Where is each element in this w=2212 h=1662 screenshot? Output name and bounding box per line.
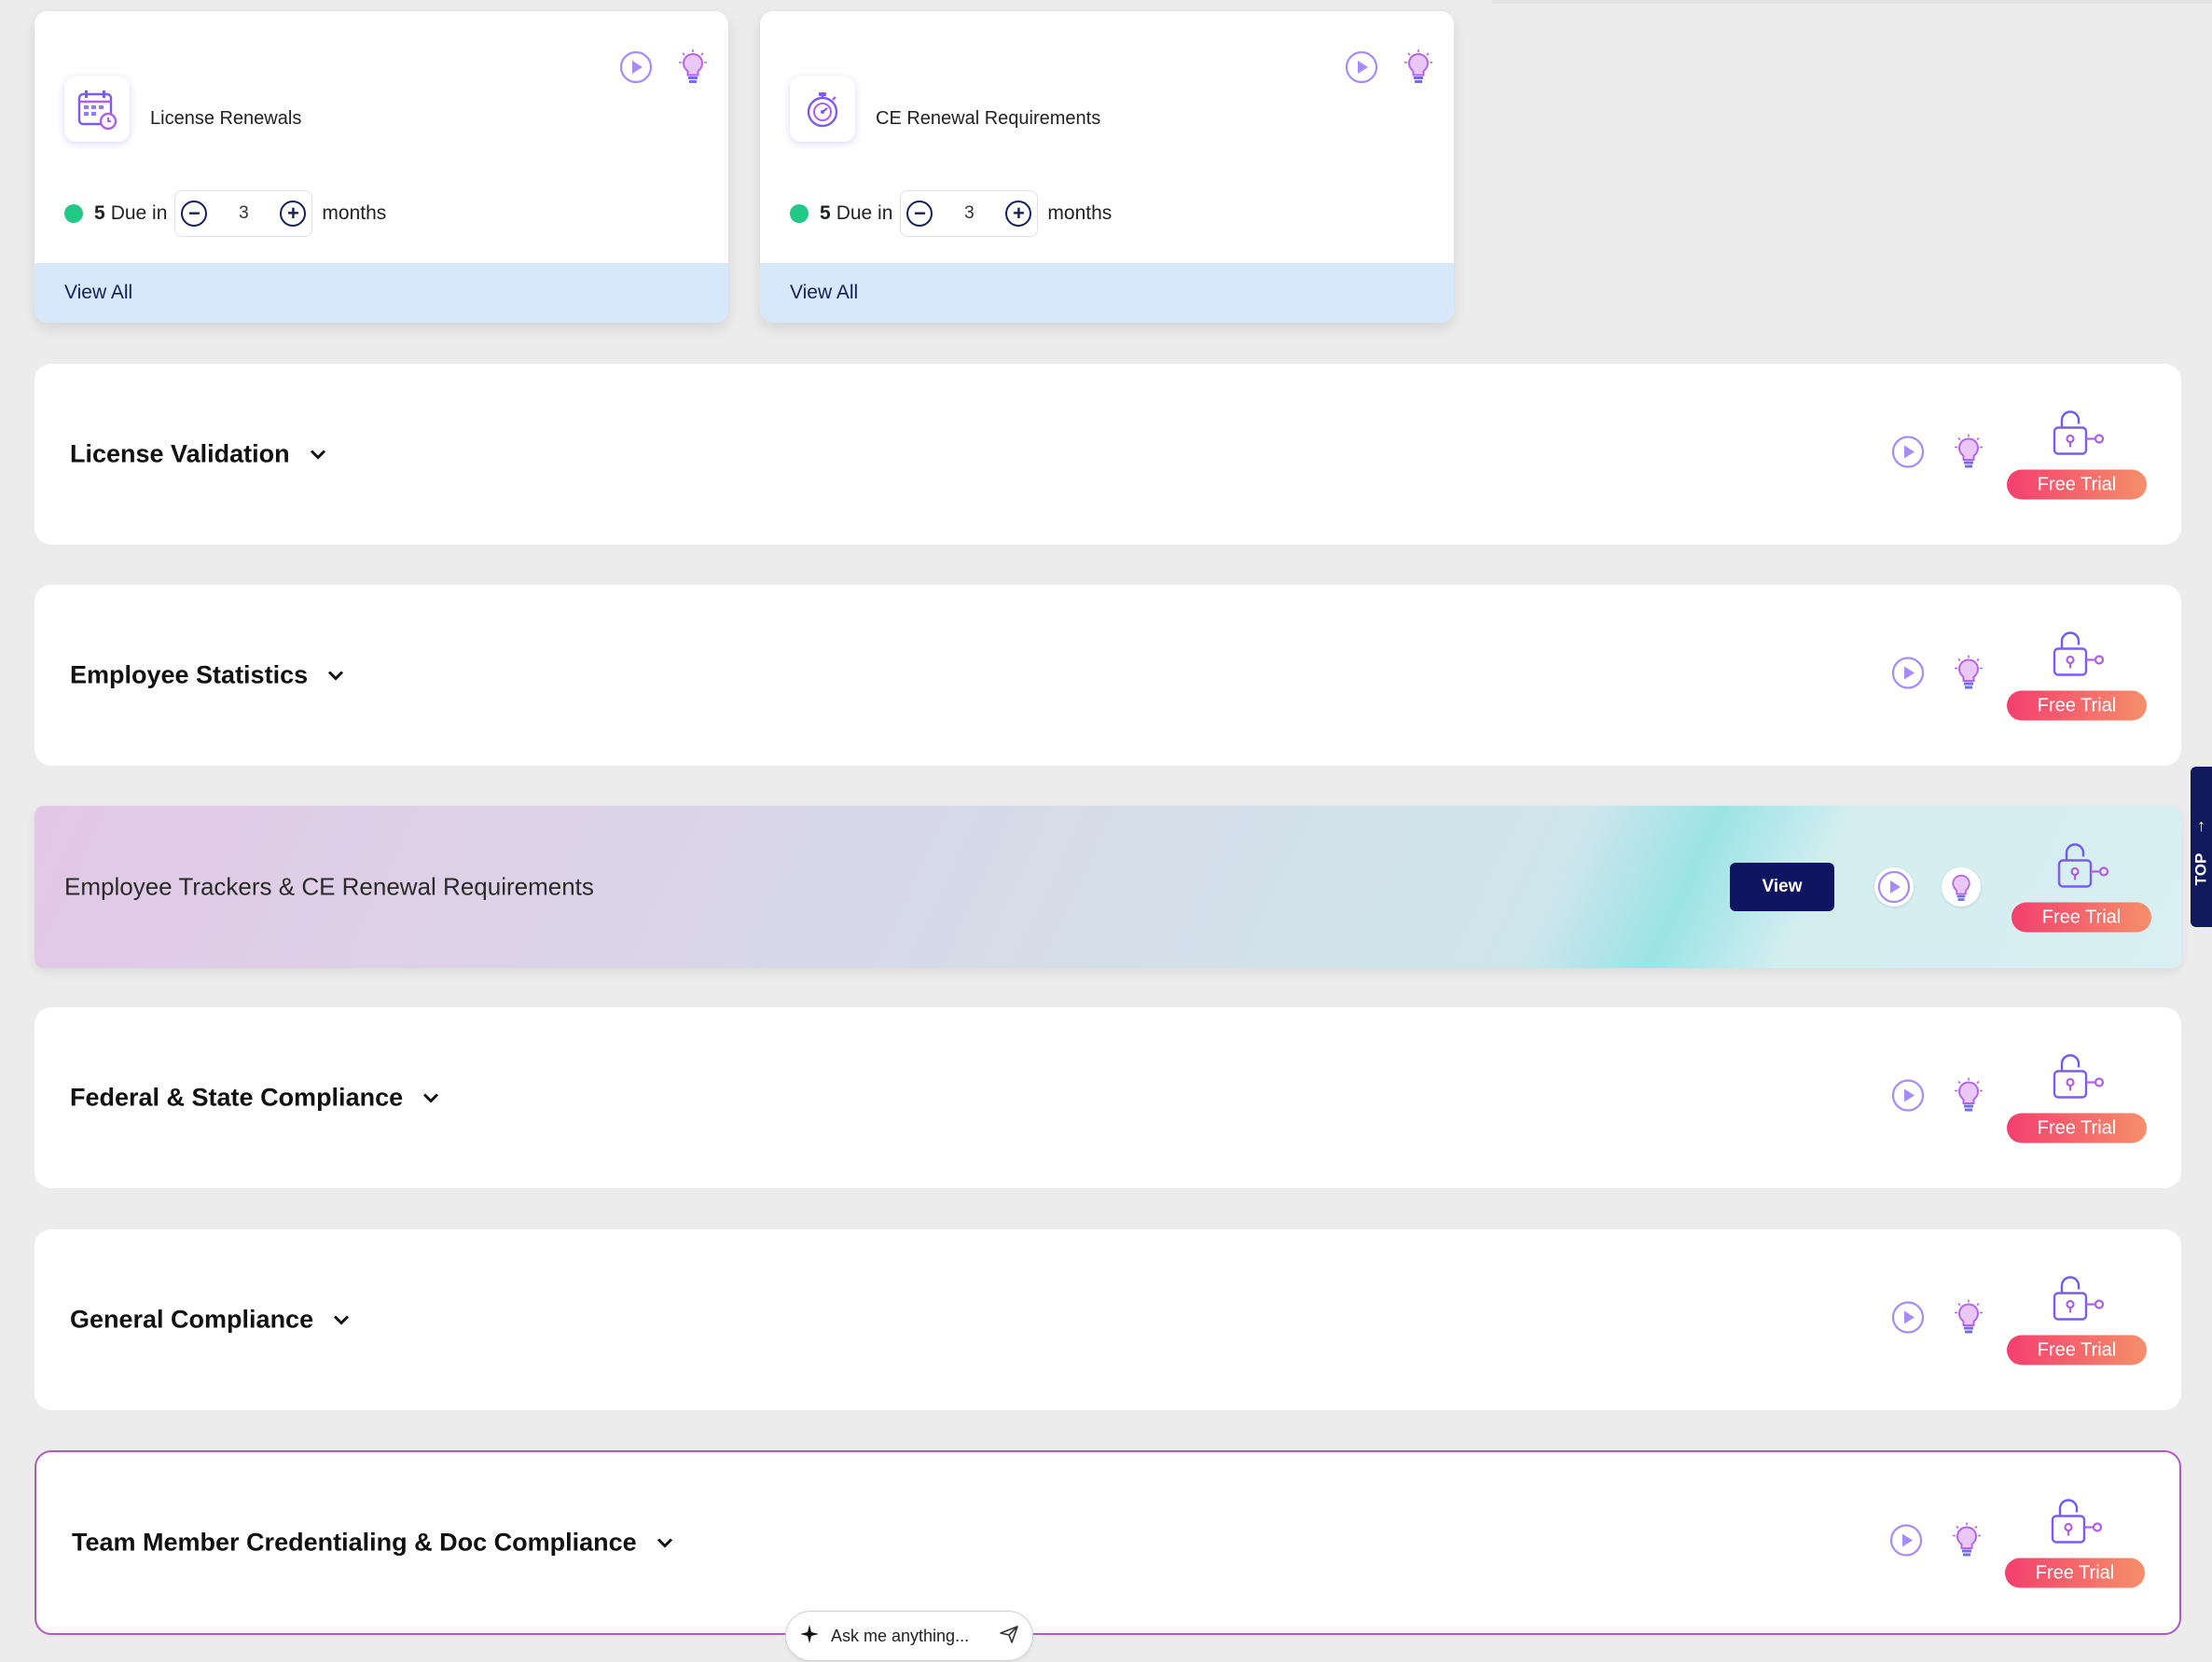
free-trial-button[interactable]: Free Trial <box>2005 1558 2145 1588</box>
unit-label: months <box>322 202 387 224</box>
arrow-up-icon: ↑ <box>2197 815 2205 835</box>
due-label: Due in <box>836 202 893 224</box>
chevron-down-icon[interactable] <box>656 1536 674 1549</box>
play-icon[interactable] <box>1874 867 1914 907</box>
status-dot <box>790 204 809 223</box>
lock-key-icon <box>2047 1498 2103 1551</box>
due-count: 5 <box>820 202 831 224</box>
top-edge <box>1492 0 2212 4</box>
section-title[interactable]: General Compliance <box>70 1306 351 1335</box>
lightbulb-icon[interactable] <box>1954 655 1984 697</box>
due-count: 5 <box>94 202 105 224</box>
section-title[interactable]: Team Member Credentialing & Doc Complian… <box>72 1529 674 1558</box>
chevron-down-icon[interactable] <box>422 1091 440 1104</box>
ce-renewal-card: CE Renewal Requirements 5 Due in − 3 + m… <box>760 11 1454 323</box>
lock-key-icon <box>2049 630 2105 684</box>
play-icon[interactable] <box>1890 1300 1926 1340</box>
card-title: CE Renewal Requirements <box>876 108 1101 129</box>
section-federal-state-compliance[interactable]: Federal & State Compliance Free Trial <box>35 1007 2181 1188</box>
section-employee-statistics[interactable]: Employee Statistics Free Trial <box>35 585 2181 766</box>
section-title[interactable]: Employee Statistics <box>70 661 345 690</box>
locked-feature: Free Trial <box>2007 630 2147 721</box>
section-title-text: General Compliance <box>70 1305 314 1334</box>
play-icon[interactable] <box>1890 1078 1926 1118</box>
locked-feature: Free Trial <box>2007 1275 2147 1365</box>
row-icons <box>1890 655 1984 697</box>
free-trial-button[interactable]: Free Trial <box>2007 1113 2147 1143</box>
top-label: TOP <box>2191 852 2210 885</box>
card-title: License Renewals <box>150 108 302 129</box>
section-title-text: Team Member Credentialing & Doc Complian… <box>72 1528 637 1557</box>
section-general-compliance[interactable]: General Compliance Free Trial <box>35 1229 2181 1410</box>
lock-key-icon <box>2049 1275 2105 1328</box>
row-icons <box>1890 1299 1984 1341</box>
section-title[interactable]: License Validation <box>70 440 327 469</box>
row-icons <box>1890 434 1984 476</box>
status-dot <box>64 204 83 223</box>
lock-key-icon <box>2049 1053 2105 1106</box>
license-renewals-card: License Renewals 5 Due in − 3 + months V… <box>35 11 728 323</box>
play-icon[interactable] <box>1890 656 1926 696</box>
free-trial-button[interactable]: Free Trial <box>2007 469 2147 500</box>
lightbulb-icon[interactable] <box>1942 867 1981 907</box>
stepper-value[interactable]: 3 <box>964 203 975 224</box>
decrement-button[interactable]: − <box>181 201 208 227</box>
lock-key-icon <box>2049 409 2105 463</box>
section-title: Employee Trackers & CE Renewal Requireme… <box>64 872 594 901</box>
lightbulb-icon[interactable] <box>1403 48 1433 90</box>
chevron-down-icon[interactable] <box>326 669 345 682</box>
increment-button[interactable]: + <box>1005 201 1032 227</box>
locked-feature: Free Trial <box>2007 1053 2147 1143</box>
stopwatch-icon <box>790 76 855 142</box>
chevron-down-icon[interactable] <box>309 448 327 461</box>
ask-input[interactable]: Ask me anything... <box>831 1627 988 1646</box>
sparkle-icon <box>799 1624 820 1649</box>
send-icon[interactable] <box>999 1624 1019 1649</box>
play-icon[interactable] <box>1344 49 1379 90</box>
chevron-down-icon[interactable] <box>332 1313 351 1326</box>
increment-button[interactable]: + <box>280 201 307 227</box>
calendar-icon <box>64 76 130 142</box>
free-trial-button[interactable]: Free Trial <box>2007 690 2147 721</box>
section-title[interactable]: Federal & State Compliance <box>70 1084 440 1113</box>
lightbulb-icon[interactable] <box>678 48 708 90</box>
row-icons <box>1874 867 1981 907</box>
play-icon[interactable] <box>1890 435 1926 475</box>
due-row: 5 Due in − 3 + months <box>64 190 386 237</box>
free-trial-button[interactable]: Free Trial <box>2007 1335 2147 1365</box>
ask-assistant-bar[interactable]: Ask me anything... <box>785 1611 1033 1661</box>
row-icons <box>1888 1522 1982 1564</box>
unit-label: months <box>1047 202 1113 224</box>
lightbulb-icon[interactable] <box>1954 1077 1984 1119</box>
lock-key-icon <box>2053 842 2109 895</box>
locked-feature: Free Trial <box>2005 1498 2145 1588</box>
due-row: 5 Due in − 3 + months <box>790 190 1112 237</box>
lightbulb-icon[interactable] <box>1954 434 1984 476</box>
free-trial-button[interactable]: Free Trial <box>2012 902 2151 933</box>
view-all-link[interactable]: View All <box>760 263 1454 323</box>
view-all-link[interactable]: View All <box>35 263 728 323</box>
section-employee-trackers: Employee Trackers & CE Renewal Requireme… <box>35 806 2181 968</box>
locked-feature: Free Trial <box>2012 842 2151 933</box>
scroll-to-top-button[interactable]: ↑ TOP <box>2191 767 2212 927</box>
section-license-validation[interactable]: License Validation Free Trial <box>35 364 2181 545</box>
section-title-text: License Validation <box>70 439 290 468</box>
due-label: Due in <box>110 202 168 224</box>
stepper-value[interactable]: 3 <box>239 203 249 224</box>
row-icons <box>1890 1077 1984 1119</box>
locked-feature: Free Trial <box>2007 409 2147 500</box>
play-icon[interactable] <box>1888 1523 1924 1563</box>
section-title-text: Employee Statistics <box>70 660 309 689</box>
section-team-member-credentialing[interactable]: Team Member Credentialing & Doc Complian… <box>35 1450 2181 1635</box>
months-stepper: − 3 + <box>174 190 313 237</box>
section-title-text: Federal & State Compliance <box>70 1083 404 1112</box>
play-icon[interactable] <box>618 49 654 90</box>
card-icons <box>1344 48 1433 90</box>
months-stepper: − 3 + <box>900 190 1039 237</box>
lightbulb-icon[interactable] <box>1954 1299 1984 1341</box>
decrement-button[interactable]: − <box>906 201 933 227</box>
view-button[interactable]: View <box>1730 863 1834 911</box>
lightbulb-icon[interactable] <box>1952 1522 1982 1564</box>
card-icons <box>618 48 708 90</box>
